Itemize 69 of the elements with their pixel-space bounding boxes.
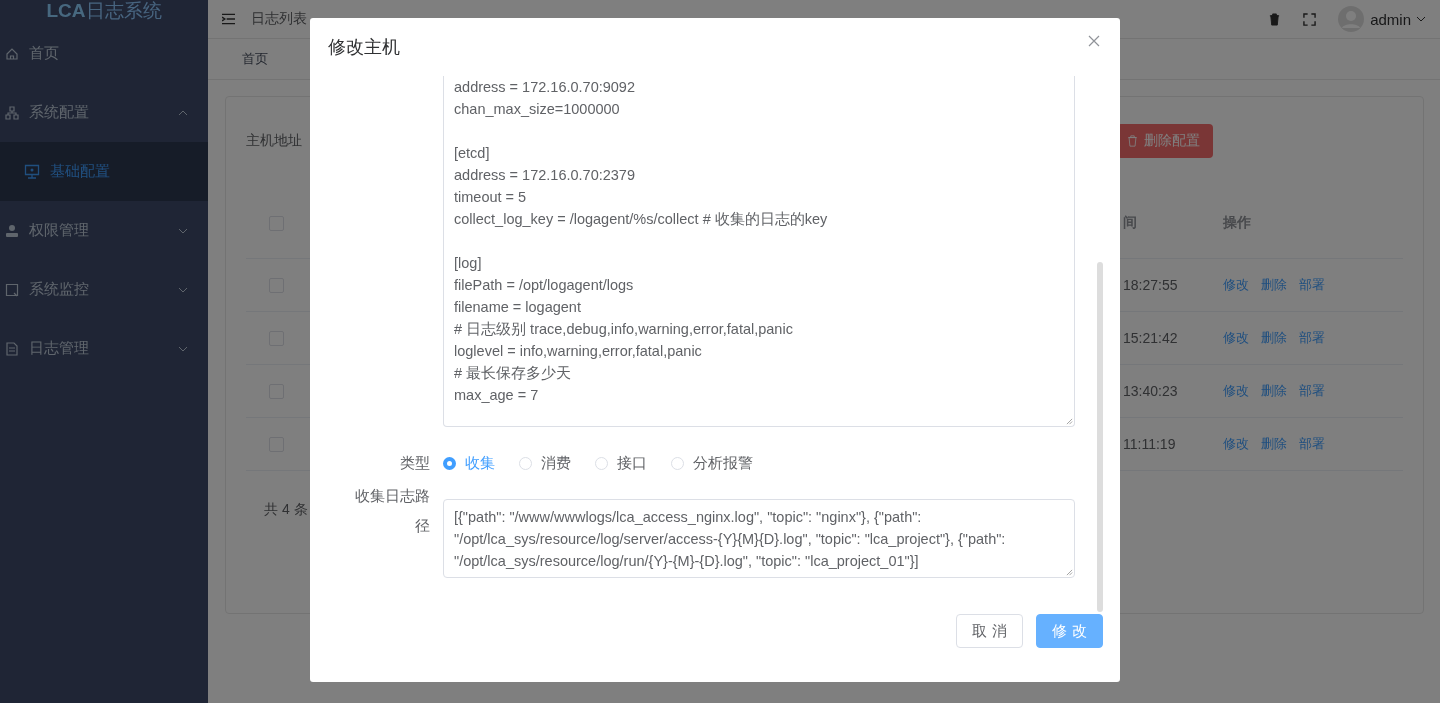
menu-item[interactable]: 日志管理	[0, 319, 208, 378]
menu-item[interactable]: 系统监控	[0, 260, 208, 319]
filter-label: 主机地址	[246, 132, 302, 150]
fullscreen-icon[interactable]	[1303, 12, 1317, 26]
sitemap-icon	[5, 105, 19, 120]
scrollbar-thumb[interactable]	[1097, 262, 1103, 612]
action-link[interactable]: 修改	[1223, 329, 1249, 347]
delete-config-button[interactable]: 删除配置	[1117, 124, 1213, 158]
table-cell-text: 15:21:42	[1123, 330, 1179, 346]
config-line: [log]	[454, 254, 482, 273]
config-line: # 最长保存多少天	[454, 364, 572, 383]
submenu-item[interactable]: 基础配置	[0, 142, 208, 201]
action-link[interactable]: 删除	[1261, 329, 1287, 347]
user-name[interactable]: admin	[1370, 10, 1411, 28]
page-tab[interactable]: 首页	[242, 50, 268, 68]
log-path-text-area[interactable]: [{"path": "/www/wwwlogs/lca_access_nginx.log", "topic": "nginx"}, {"path": "/opt/lca_sys/resource/log/server/access-{Y}{M}{D}.log", "topic": "lca_project"}, {"path": "/opt/lca_sys/resource/log/run/{Y}-{M}-{D}.log", "topic": "lca_project_01"}]	[443, 499, 1075, 578]
action-link[interactable]: 删除	[1261, 276, 1287, 294]
logo-text: 日志系统	[85, 0, 162, 23]
monitor-icon	[5, 282, 19, 297]
config-line: address = 172.16.0.70:2379	[454, 166, 635, 185]
radio-option[interactable]: 接口	[595, 453, 647, 473]
document-icon	[5, 341, 19, 356]
resize-handle-icon[interactable]	[1066, 418, 1073, 425]
config-line: filePath = /opt/logagent/logs	[454, 276, 634, 295]
resize-handle-icon[interactable]	[1066, 569, 1073, 576]
radio-button[interactable]	[443, 456, 456, 470]
trash-icon[interactable]	[1268, 12, 1282, 26]
caret-icon[interactable]	[1416, 16, 1426, 22]
total-count: 共 4 条	[264, 501, 308, 519]
menu-item[interactable]: 权限管理	[0, 201, 208, 260]
action-link[interactable]: 修改	[1223, 435, 1249, 453]
desktop-icon	[24, 163, 40, 180]
radio-option[interactable]: 分析报警	[671, 453, 753, 473]
config-line: timeout = 5	[454, 188, 527, 207]
radio-option[interactable]: 收集	[443, 453, 495, 473]
dialog-title: 修改主机	[328, 36, 401, 59]
logo-mark: LCA	[46, 0, 86, 22]
config-text-area[interactable]	[443, 76, 1075, 427]
action-link[interactable]: 删除	[1261, 435, 1287, 453]
table-cell-text: 13:40:23	[1123, 383, 1179, 399]
action-link[interactable]: 部署	[1299, 382, 1325, 400]
radio-option[interactable]: 消费	[519, 453, 571, 473]
config-line: [etcd]	[454, 144, 490, 163]
trash-icon	[1127, 135, 1138, 147]
breadcrumb[interactable]: 日志列表	[251, 10, 307, 28]
menu-item[interactable]: 首页	[0, 24, 208, 83]
field-label: 类型	[399, 453, 431, 473]
config-line: address = 172.16.0.70:9092	[454, 78, 635, 97]
config-line: filename = logagent	[454, 298, 581, 317]
action-link[interactable]: 修改	[1223, 382, 1249, 400]
action-link[interactable]: 删除	[1261, 382, 1287, 400]
field-label: 收集日志路径	[354, 486, 431, 536]
config-line: chan_max_size=1000000	[454, 100, 620, 119]
config-line: collect_log_key = /logagent/%s/collect # 收集的日志的key	[454, 210, 828, 229]
action-link[interactable]: 部署	[1299, 435, 1325, 453]
close-icon[interactable]	[1088, 35, 1100, 47]
cancel-button[interactable]: 取 消	[956, 614, 1023, 648]
action-link[interactable]: 部署	[1299, 276, 1325, 294]
menu-icon[interactable]	[222, 13, 235, 25]
config-line: loglevel = info,warning,error,fatal,panic	[454, 342, 702, 361]
action-link[interactable]: 修改	[1223, 276, 1249, 294]
config-line: # 日志级别 trace,debug,info,warning,error,fatal,panic	[454, 320, 793, 339]
home-icon	[5, 46, 19, 61]
user-icon	[5, 223, 19, 238]
submit-button[interactable]: 修 改	[1036, 614, 1103, 648]
action-link[interactable]: 部署	[1299, 329, 1325, 347]
table-cell-text: 18:27:55	[1123, 277, 1179, 293]
config-line: max_age = 7	[454, 386, 539, 405]
table-cell-text: 11:11:19	[1123, 436, 1177, 452]
